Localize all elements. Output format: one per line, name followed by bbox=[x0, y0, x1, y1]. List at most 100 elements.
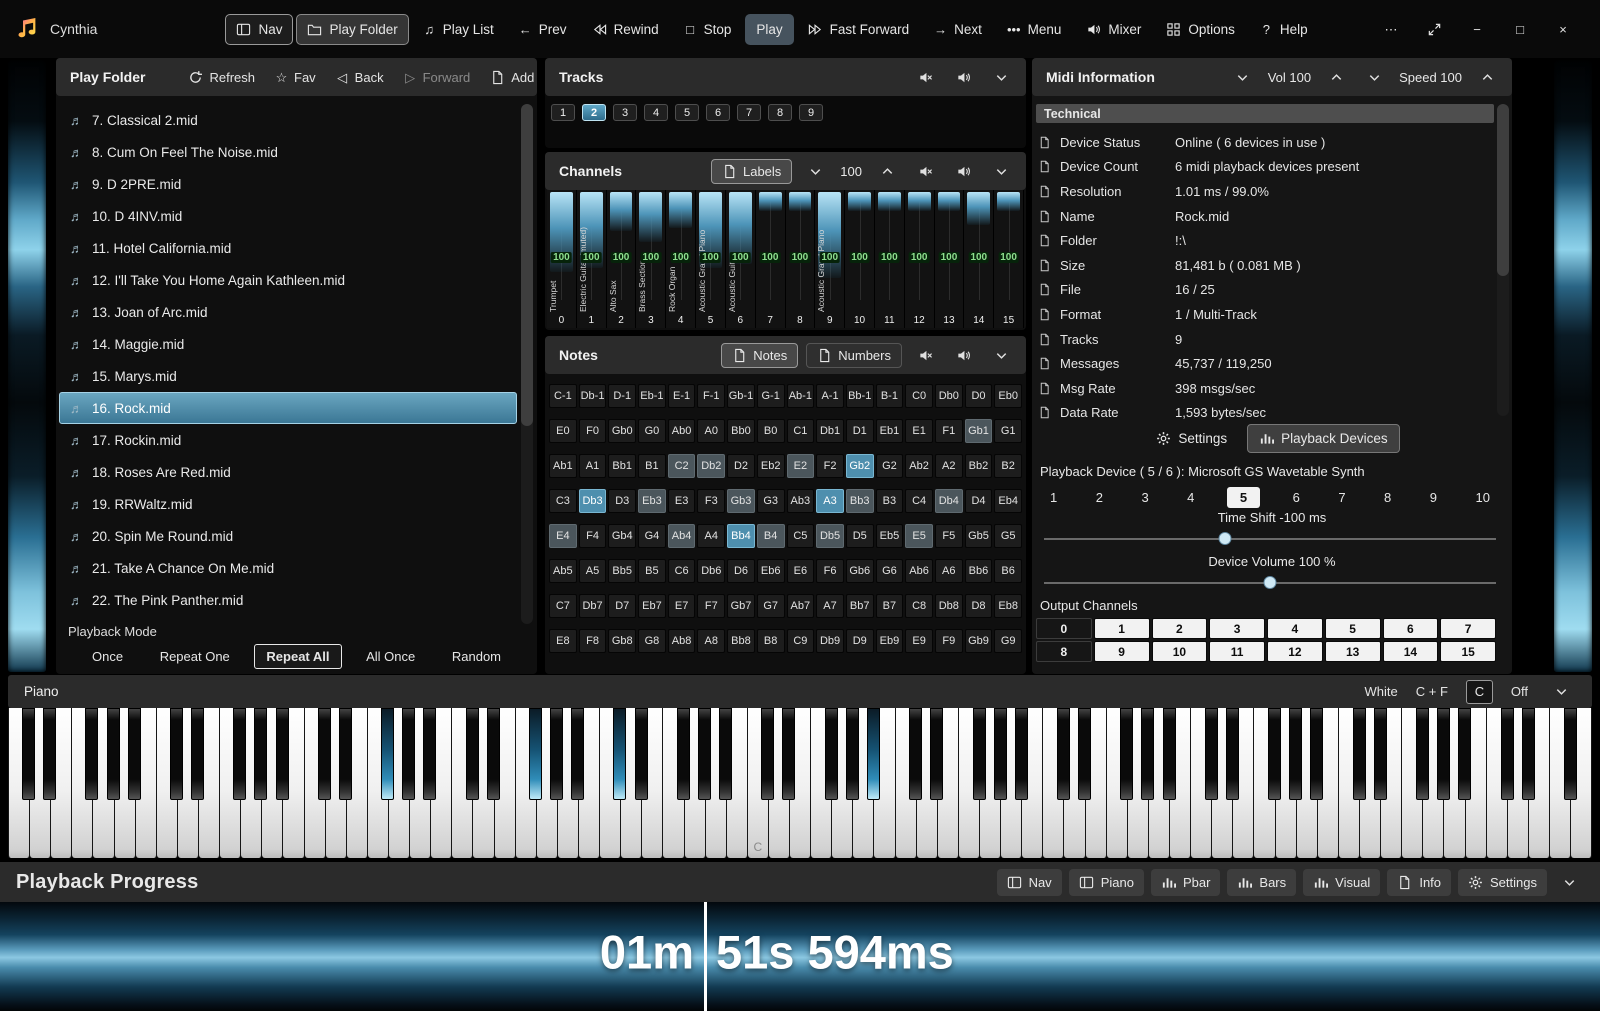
note-cell-Eb8[interactable]: Eb8 bbox=[994, 594, 1022, 618]
note-cell-Bb6[interactable]: Bb6 bbox=[965, 559, 993, 583]
playback-device-4[interactable]: 4 bbox=[1181, 488, 1200, 507]
note-cell-C9[interactable]: C9 bbox=[787, 629, 815, 653]
channels-labels-dropdown[interactable] bbox=[800, 158, 830, 184]
note-cell-E9[interactable]: E9 bbox=[905, 629, 933, 653]
note-cell-A5[interactable]: A5 bbox=[579, 559, 607, 583]
piano-key-Ab5[interactable] bbox=[994, 708, 1007, 800]
settings-button[interactable]: Settings bbox=[1144, 424, 1239, 453]
output-channel-9[interactable]: 9 bbox=[1094, 641, 1150, 662]
note-cell-B2[interactable]: B2 bbox=[994, 454, 1022, 478]
playback-device-10[interactable]: 10 bbox=[1469, 488, 1495, 507]
note-cell-A0[interactable]: A0 bbox=[697, 419, 725, 443]
note-cell-F0[interactable]: F0 bbox=[579, 419, 607, 443]
note-cell-Gb9[interactable]: Gb9 bbox=[965, 629, 993, 653]
note-cell-Db-1[interactable]: Db-1 bbox=[579, 384, 607, 408]
titlebar-button-stop[interactable]: □Stop bbox=[673, 14, 743, 45]
bottom-bar-visual-button[interactable]: Visual bbox=[1303, 869, 1380, 896]
note-cell-Gb4[interactable]: Gb4 bbox=[608, 524, 636, 548]
note-cell-D7[interactable]: D7 bbox=[608, 594, 636, 618]
note-cell-A4[interactable]: A4 bbox=[697, 524, 725, 548]
piano-key-Bb5[interactable] bbox=[1015, 708, 1028, 800]
note-cell-Ab2[interactable]: Ab2 bbox=[905, 454, 933, 478]
note-cell-Ab4[interactable]: Ab4 bbox=[668, 524, 696, 548]
folder-refresh-button[interactable]: Refresh bbox=[179, 65, 264, 90]
note-cell-Gb0[interactable]: Gb0 bbox=[608, 419, 636, 443]
folder-forward-button[interactable]: ▷Forward bbox=[395, 65, 480, 90]
note-cell-Gb2[interactable]: Gb2 bbox=[846, 454, 874, 478]
output-channel-7[interactable]: 7 bbox=[1440, 618, 1496, 639]
output-channel-15[interactable]: 15 bbox=[1440, 641, 1496, 662]
note-cell-Eb5[interactable]: Eb5 bbox=[876, 524, 904, 548]
playback-device-9[interactable]: 9 bbox=[1424, 488, 1443, 507]
note-cell-Bb-1[interactable]: Bb-1 bbox=[846, 384, 874, 408]
speed-down-button[interactable] bbox=[1359, 64, 1389, 90]
piano-key-Ab-1[interactable] bbox=[107, 708, 120, 800]
playlist-item[interactable]: ♬14. Maggie.mid bbox=[59, 328, 517, 360]
piano-key-Eb7[interactable] bbox=[1226, 708, 1239, 800]
note-cell-B6[interactable]: B6 bbox=[994, 559, 1022, 583]
note-cell-C0[interactable]: C0 bbox=[905, 384, 933, 408]
note-cell-B-1[interactable]: B-1 bbox=[876, 384, 904, 408]
note-cell-Gb1[interactable]: Gb1 bbox=[965, 419, 993, 443]
note-cell-Gb8[interactable]: Gb8 bbox=[608, 629, 636, 653]
piano-key-Bb0[interactable] bbox=[276, 708, 289, 800]
piano-key-Eb9[interactable] bbox=[1522, 708, 1535, 800]
note-cell-Eb1[interactable]: Eb1 bbox=[876, 419, 904, 443]
note-cell-Bb1[interactable]: Bb1 bbox=[608, 454, 636, 478]
note-cell-Ab3[interactable]: Ab3 bbox=[787, 489, 815, 513]
piano-key-Bb3[interactable] bbox=[719, 708, 732, 800]
bottom-bar-bars-button[interactable]: Bars bbox=[1227, 869, 1296, 896]
note-cell-B8[interactable]: B8 bbox=[757, 629, 785, 653]
note-cell-B7[interactable]: B7 bbox=[876, 594, 904, 618]
piano-key-Db8[interactable] bbox=[1353, 708, 1366, 800]
note-cell-E6[interactable]: E6 bbox=[787, 559, 815, 583]
track-button-4[interactable]: 4 bbox=[644, 104, 668, 121]
note-cell-B3[interactable]: B3 bbox=[876, 489, 904, 513]
note-cell-E8[interactable]: E8 bbox=[549, 629, 577, 653]
channels-mute-button[interactable] bbox=[910, 158, 940, 184]
channel-strip-10[interactable]: 100 10 bbox=[845, 190, 875, 328]
piano-key-Gb5[interactable] bbox=[973, 708, 986, 800]
output-channel-8[interactable]: 8 bbox=[1036, 641, 1092, 662]
note-cell-Eb4[interactable]: Eb4 bbox=[994, 489, 1022, 513]
note-cell-Db0[interactable]: Db0 bbox=[935, 384, 963, 408]
output-channel-1[interactable]: 1 bbox=[1094, 618, 1150, 639]
notes-mute-button[interactable] bbox=[910, 342, 940, 368]
titlebar-button-play[interactable]: Play bbox=[745, 14, 793, 45]
note-cell-D6[interactable]: D6 bbox=[727, 559, 755, 583]
note-cell-F7[interactable]: F7 bbox=[697, 594, 725, 618]
piano-key-Gb4[interactable] bbox=[825, 708, 838, 800]
volume-down-button[interactable] bbox=[1228, 64, 1258, 90]
note-cell-D0[interactable]: D0 bbox=[965, 384, 993, 408]
note-cell-G8[interactable]: G8 bbox=[638, 629, 666, 653]
output-channel-10[interactable]: 10 bbox=[1152, 641, 1208, 662]
output-channel-11[interactable]: 11 bbox=[1209, 641, 1265, 662]
note-cell-C3[interactable]: C3 bbox=[549, 489, 577, 513]
window-close-button[interactable]: × bbox=[1546, 14, 1580, 44]
playlist-item[interactable]: ♬7. Classical 2.mid bbox=[59, 104, 517, 136]
time-display[interactable]: 01m 51s 594ms bbox=[0, 902, 1600, 1011]
note-cell-Eb0[interactable]: Eb0 bbox=[994, 384, 1022, 408]
bottom-bar-pbar-button[interactable]: Pbar bbox=[1151, 869, 1220, 896]
device-volume-slider-thumb[interactable] bbox=[1264, 576, 1277, 589]
note-cell-A3[interactable]: A3 bbox=[816, 489, 844, 513]
note-cell-G1[interactable]: G1 bbox=[994, 419, 1022, 443]
output-channel-12[interactable]: 12 bbox=[1267, 641, 1323, 662]
piano-key-Gb8[interactable] bbox=[1416, 708, 1429, 800]
note-cell-C6[interactable]: C6 bbox=[668, 559, 696, 583]
playlist-item[interactable]: ♬21. Take A Chance On Me.mid bbox=[59, 552, 517, 584]
note-cell-Eb-1[interactable]: Eb-1 bbox=[638, 384, 666, 408]
folder-add-button[interactable]: Add bbox=[481, 65, 543, 90]
channel-strip-9[interactable]: Acoustic Grand Piano 100 9 bbox=[815, 190, 845, 328]
piano-key-Ab3[interactable] bbox=[698, 708, 711, 800]
piano-key-Db3[interactable] bbox=[613, 708, 626, 800]
channel-strip-0[interactable]: Trumpet 100 0 bbox=[547, 190, 577, 328]
track-button-2[interactable]: 2 bbox=[582, 104, 606, 121]
time-shift-slider[interactable] bbox=[1044, 532, 1496, 545]
track-button-6[interactable]: 6 bbox=[706, 104, 730, 121]
notes-view-notes-button[interactable]: Notes bbox=[721, 343, 798, 368]
note-cell-E0[interactable]: E0 bbox=[549, 419, 577, 443]
note-cell-E5[interactable]: E5 bbox=[905, 524, 933, 548]
channels-volume-up-button[interactable] bbox=[872, 158, 902, 184]
channel-strip-14[interactable]: 100 14 bbox=[964, 190, 994, 328]
